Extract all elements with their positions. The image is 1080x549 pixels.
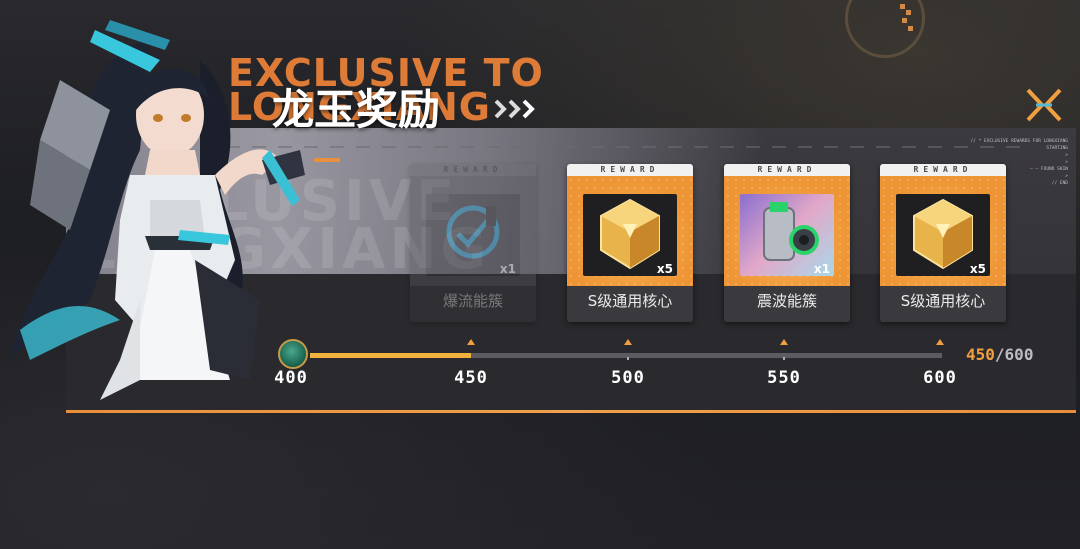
reward-name: S级通用核心 — [880, 286, 1006, 322]
milestone-label: 550 — [767, 368, 801, 388]
milestone-label: 600 — [923, 368, 957, 388]
reward-name: 震波能簇 — [724, 286, 850, 322]
milestone-label-start: 400 — [274, 368, 308, 388]
reward-tag: REWARD — [567, 164, 693, 176]
reward-name: 爆流能簇 — [410, 286, 536, 322]
milestone-marker — [780, 339, 788, 345]
reward-quantity: x1 — [499, 262, 516, 276]
chevrons-right-icon — [494, 99, 535, 119]
background-pixel-decoration — [900, 4, 916, 34]
milestone-marker — [467, 339, 475, 345]
reward-tag: REWARD — [880, 164, 1006, 176]
progress-counter: 450/600 — [966, 345, 1033, 364]
milestone-label: 450 — [454, 368, 488, 388]
reward-quantity: x5 — [656, 262, 673, 276]
progress-fill — [310, 353, 471, 358]
dragon-jade-coin-icon — [278, 339, 308, 369]
progress-separator: / — [994, 345, 1005, 364]
reward-quantity: x1 — [813, 262, 830, 276]
close-button[interactable] — [1022, 86, 1066, 124]
milestone-tick — [783, 357, 785, 360]
reward-quantity: x5 — [969, 262, 986, 276]
reward-card[interactable]: REWARD x5 S级通用核心 — [567, 164, 693, 322]
milestone-marker — [936, 339, 944, 345]
milestone-tick — [627, 357, 629, 360]
reward-card[interactable]: REWARD x1 爆流能簇 — [410, 164, 536, 322]
reward-card[interactable]: REWARD x5 S级通用核心 — [880, 164, 1006, 322]
reward-tag: REWARD — [724, 164, 850, 176]
progress-max: 600 — [1004, 345, 1034, 364]
reward-name: S级通用核心 — [567, 286, 693, 322]
progress-current: 450 — [966, 345, 995, 364]
reward-tag: REWARD — [410, 164, 536, 176]
milestone-marker — [624, 339, 632, 345]
close-x-icon — [1026, 88, 1062, 122]
reward-card[interactable]: REWARD x1 震波能簇 — [724, 164, 850, 322]
milestone-label: 500 — [611, 368, 645, 388]
